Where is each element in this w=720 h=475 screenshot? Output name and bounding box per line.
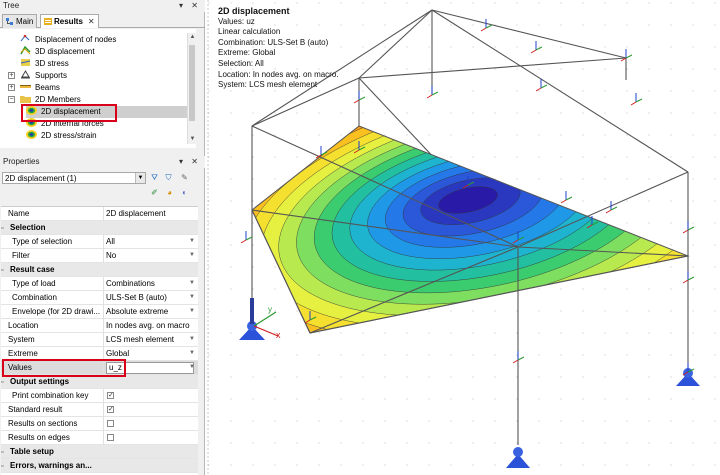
- properties-grid: Name 2D displacement ▫ Selection Type of s…: [1, 206, 198, 475]
- expand-icon[interactable]: ▫: [1, 446, 10, 459]
- prop-category-result-case[interactable]: ▫ Result case: [1, 263, 198, 277]
- print-combination-key-checkbox[interactable]: ✓: [107, 392, 114, 399]
- result-title: 2D displacement: [218, 6, 290, 16]
- prop-category-output-settings[interactable]: ▫ Output settings: [1, 375, 198, 389]
- tree-item-displacement-of-nodes[interactable]: Displacement of nodes: [20, 34, 116, 46]
- highlight-values-row: [2, 359, 126, 377]
- prop-row-results-on-sections[interactable]: Results on sections: [1, 417, 198, 431]
- properties-title: Properties: [3, 157, 40, 166]
- 3d-viewport[interactable]: x y 2D displacement Values: uz Linear ca…: [206, 0, 720, 475]
- tree-panel-title: Tree ▾ ✕: [0, 0, 205, 12]
- node-displacement-icon: [20, 34, 30, 42]
- tab-results[interactable]: Results ✕: [40, 14, 99, 28]
- info-line-selection: Selection: All: [218, 58, 264, 68]
- prop-row-combination[interactable]: Combination ULS-Set B (auto) ▼: [1, 291, 198, 305]
- properties-combo[interactable]: 2D displacement (1) ▼: [2, 172, 146, 184]
- results-icon: [44, 18, 52, 25]
- prop-row-name[interactable]: Name 2D displacement: [1, 207, 198, 221]
- panel-controls[interactable]: ▾ ✕: [179, 156, 201, 168]
- prop-category-table-setup[interactable]: ▫ Table setup: [1, 445, 198, 459]
- 2d-stress-strain-icon: [26, 130, 37, 139]
- collapse-icon[interactable]: ▫: [1, 376, 10, 389]
- prop-row-standard-result[interactable]: Standard result ✓: [1, 403, 198, 417]
- tree-scrollbar[interactable]: ▲ ▼: [187, 33, 196, 144]
- prop-row-system[interactable]: System LCS mesh element ▼: [1, 333, 198, 347]
- expand-beams[interactable]: +: [8, 84, 15, 91]
- tree-item-supports[interactable]: Supports: [20, 70, 67, 82]
- beam-icon: [20, 85, 31, 88]
- info-line-combination: Combination: ULS-Set B (auto): [218, 37, 329, 47]
- tree-item-beams[interactable]: Beams: [20, 82, 60, 94]
- collapse-icon[interactable]: ▫: [1, 222, 10, 235]
- prop-row-print-combination-key[interactable]: Print combination key ✓: [1, 389, 198, 403]
- chevron-down-icon[interactable]: ▼: [189, 347, 195, 360]
- chevron-down-icon[interactable]: ▼: [189, 291, 195, 304]
- results-tree: Displacement of nodes 3D displacement 3D…: [0, 29, 196, 148]
- svg-text:x: x: [276, 330, 281, 340]
- chevron-down-icon[interactable]: ▼: [189, 249, 195, 262]
- collapse-2d-members[interactable]: −: [8, 96, 15, 103]
- chevron-down-icon[interactable]: ▼: [189, 361, 195, 374]
- prop-row-type-of-selection[interactable]: Type of selection All ▼: [1, 235, 198, 249]
- left-panel: Tree ▾ ✕ Main Results ✕ Displacement of n…: [0, 0, 205, 475]
- tree-item-2d-stress-strain[interactable]: 2D stress/strain: [26, 130, 97, 142]
- chevron-down-icon[interactable]: ▼: [189, 305, 195, 318]
- chevron-down-icon[interactable]: ▼: [135, 173, 145, 183]
- 3d-stress-icon: [20, 59, 31, 66]
- info-line-calc: Linear calculation: [218, 27, 281, 37]
- panel-controls[interactable]: ▾ ✕: [179, 0, 201, 12]
- results-on-sections-checkbox[interactable]: [107, 420, 114, 427]
- info-line-system: System: LCS mesh element: [218, 80, 318, 90]
- collapse-icon[interactable]: ▫: [1, 264, 10, 277]
- prop-row-envelope[interactable]: Envelope (for 2D drawi... Absolute extrem…: [1, 305, 198, 319]
- tree-scroll-thumb[interactable]: [189, 45, 195, 121]
- expand-icon[interactable]: ▫: [1, 460, 10, 473]
- prop-row-location[interactable]: Location In nodes avg. on macro: [1, 319, 198, 333]
- prop-category-errors-warnings[interactable]: ▫ Errors, warnings an...: [1, 459, 198, 473]
- chevron-down-icon[interactable]: ▼: [189, 277, 195, 290]
- prop-row-type-of-load[interactable]: Type of load Combinations ▼: [1, 277, 198, 291]
- edit-pencil-icon[interactable]: ✎: [178, 172, 191, 184]
- scroll-down-icon[interactable]: ▼: [188, 135, 197, 144]
- tab-main[interactable]: Main: [2, 14, 38, 28]
- prop-row-results-on-edges[interactable]: Results on edges: [1, 431, 198, 445]
- standard-result-checkbox[interactable]: ✓: [107, 406, 114, 413]
- expand-supports[interactable]: +: [8, 72, 15, 79]
- scroll-up-icon[interactable]: ▲: [188, 33, 197, 42]
- paint-brush-icon[interactable]: ✐: [148, 187, 161, 199]
- svg-text:y: y: [268, 305, 272, 314]
- tree-item-3d-displacement[interactable]: 3D displacement: [20, 46, 95, 58]
- filter-icon[interactable]: ⛉: [162, 172, 175, 184]
- results-on-edges-checkbox[interactable]: [107, 434, 114, 441]
- tree-icon: [6, 18, 13, 25]
- chevron-down-icon[interactable]: ▼: [189, 235, 195, 248]
- palette-icon[interactable]: ◕: [163, 187, 176, 199]
- chevron-down-icon[interactable]: ▼: [189, 333, 195, 346]
- 3d-displacement-icon: [20, 46, 31, 55]
- properties-panel-title: Properties ▾ ✕: [0, 156, 205, 168]
- render-icon[interactable]: ◐: [178, 187, 191, 199]
- result-info-block: 2D displacement Values: uz Linear calcul…: [218, 6, 339, 91]
- highlight-2d-displacement: [21, 104, 117, 122]
- prop-row-filter[interactable]: Filter No ▼: [1, 249, 198, 263]
- prop-category-selection[interactable]: ▫ Selection: [1, 221, 198, 235]
- tree-item-3d-stress[interactable]: 3D stress: [20, 58, 69, 70]
- support-stem: [250, 298, 254, 324]
- info-line-extreme: Extreme: Global: [218, 48, 276, 58]
- support-icon: [21, 70, 30, 79]
- select-filter-icon[interactable]: ⛛: [148, 172, 161, 184]
- close-tab-icon[interactable]: ✕: [88, 17, 95, 26]
- info-line-location: Location: In nodes avg. on macro.: [218, 69, 339, 79]
- tree-title: Tree: [3, 1, 20, 10]
- folder-icon: [20, 96, 31, 103]
- info-line-values: Values: uz: [218, 16, 255, 26]
- tree-tabs: Main Results ✕: [0, 12, 205, 28]
